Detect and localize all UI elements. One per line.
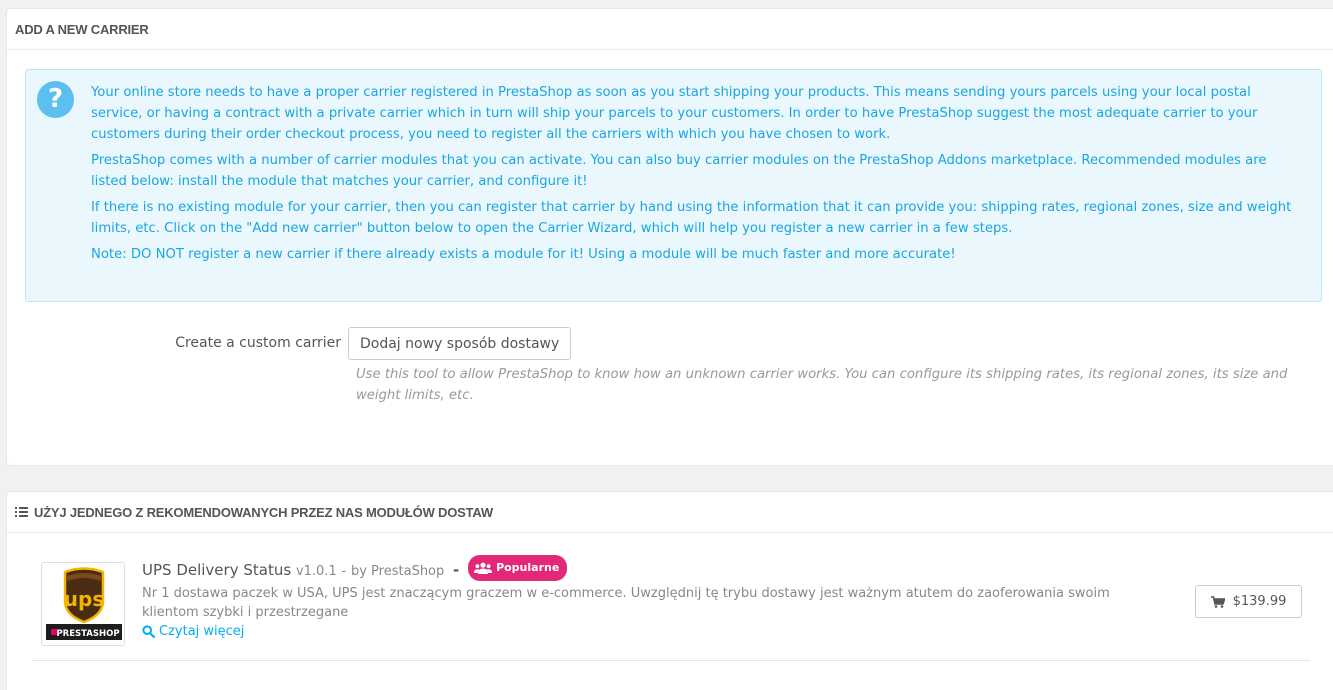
ups-module-logo: ups PRESTASHOP (41, 562, 125, 646)
users-icon (474, 562, 493, 574)
recommended-modules-heading: UŻYJ JEDNEGO Z REKOMENDOWANYCH PRZEZ NAS… (7, 492, 1333, 533)
read-more-link[interactable]: Czytaj więcej (142, 622, 244, 641)
ups-logo-icon: ups PRESTASHOP (42, 563, 124, 645)
custom-carrier-row: Create a custom carrier Dodaj nowy sposó… (7, 327, 1333, 361)
recommended-modules-title: UŻYJ JEDNEGO Z REKOMENDOWANYCH PRZEZ NAS… (34, 504, 493, 520)
search-icon (142, 625, 155, 638)
info-paragraph-1: Your online store needs to have a proper… (91, 85, 1258, 142)
info-paragraph-4: Note: DO NOT register a new carrier if t… (91, 247, 956, 262)
popular-badge-label: Popularne (496, 561, 560, 574)
recommended-modules-panel: UŻYJ JEDNEGO Z REKOMENDOWANYCH PRZEZ NAS… (6, 491, 1333, 690)
add-carrier-panel: ADD A NEW CARRIER ? Your online store ne… (6, 8, 1333, 466)
popular-badge: Popularne (468, 555, 568, 581)
question-icon: ? (37, 81, 74, 118)
add-carrier-panel-title: ADD A NEW CARRIER (7, 9, 1333, 50)
module-name: UPS Delivery Status (142, 561, 292, 579)
info-paragraph-2: PrestaShop comes with a number of carrie… (91, 153, 1267, 189)
module-info: UPS Delivery Status v1.0.1 - by PrestaSh… (142, 555, 1162, 642)
info-paragraph-3: If there is no existing module for your … (91, 200, 1292, 236)
module-version: v1.0.1 (295, 564, 337, 579)
buy-module-button[interactable]: $139.99 (1195, 585, 1302, 618)
custom-carrier-label: Create a custom carrier (175, 335, 341, 351)
ups-logo-text: ups (64, 587, 104, 611)
module-price: $139.99 (1232, 594, 1287, 609)
shopping-cart-icon (1210, 595, 1225, 608)
module-title-line: UPS Delivery Status v1.0.1 - by PrestaSh… (142, 555, 1162, 583)
carrier-info-alert: ? Your online store needs to have a prop… (25, 69, 1322, 302)
module-description: Nr 1 dostawa paczek w USA, UPS jest znac… (142, 586, 1110, 620)
read-more-label: Czytaj więcej (159, 624, 245, 639)
list-icon (15, 507, 28, 517)
custom-carrier-help-text: Use this tool to allow PrestaShop to kno… (356, 367, 1288, 403)
prestashop-logo-caption: PRESTASHOP (56, 629, 119, 639)
module-author: by PrestaShop (350, 564, 445, 579)
add-new-carrier-button[interactable]: Dodaj nowy sposób dostawy (348, 327, 572, 360)
module-item: ups PRESTASHOP UPS Delivery Status v1.0.… (32, 528, 1310, 661)
